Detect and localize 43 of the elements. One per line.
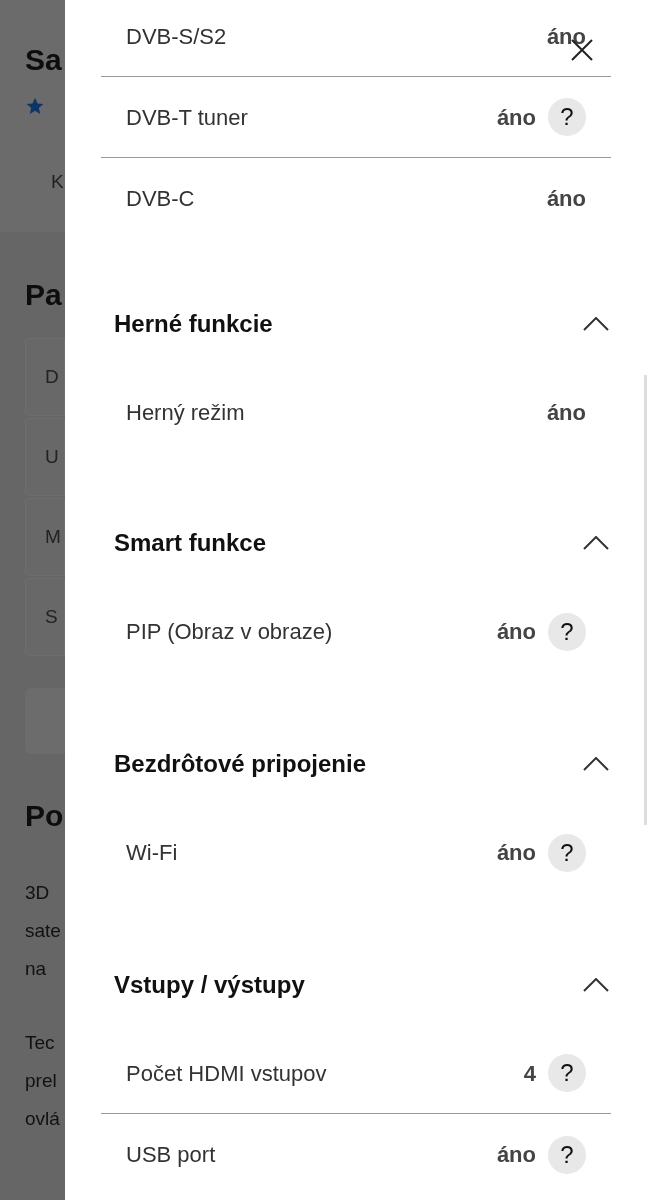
description-text: na — [25, 957, 48, 981]
spec-label: DVB-C — [126, 185, 196, 213]
help-button[interactable]: ? — [548, 1135, 586, 1174]
chevron-up-icon[interactable] — [583, 536, 609, 550]
spec-value: áno — [496, 103, 536, 132]
section-title: Smart funkce — [114, 528, 268, 558]
help-button[interactable]: ? — [548, 98, 586, 136]
spec-label: DVB-S/S2 — [126, 22, 228, 51]
section-title: Vstupy / výstupy — [114, 970, 306, 1000]
chevron-up-icon[interactable] — [583, 978, 609, 992]
spec-value: áno — [496, 839, 536, 867]
description-text: ovlá — [25, 1107, 61, 1131]
spec-label: USB port — [126, 1141, 217, 1169]
spec-value: 4 — [523, 1059, 536, 1088]
section-header[interactable]: Herné funkcie — [114, 294, 609, 354]
spec-value: áno — [496, 1141, 536, 1169]
chevron-up-icon[interactable] — [583, 317, 609, 331]
spec-label: Počet HDMI vstupov — [126, 1059, 328, 1088]
help-button[interactable]: ? — [548, 612, 586, 651]
section-header[interactable]: Bezdrôtové pripojenie — [114, 734, 609, 794]
spec-label: Wi-Fi — [126, 839, 179, 867]
section-heading: Po — [25, 798, 65, 834]
description-text: 3D — [25, 881, 51, 905]
section-header[interactable]: Vstupy / výstupy — [114, 955, 609, 1015]
spec-value: áno — [546, 22, 586, 51]
description-text: Tec — [25, 1031, 56, 1055]
spec-value: áno — [546, 399, 586, 427]
section-title: Herné funkcie — [114, 309, 274, 339]
page-title: Sa — [25, 42, 63, 78]
spec-label: PIP (Obraz v obraze) — [126, 618, 334, 646]
section-heading: Pa — [25, 277, 63, 313]
star-icon — [25, 96, 45, 116]
chevron-up-icon[interactable] — [583, 757, 609, 771]
spec-label: DVB-T tuner — [126, 103, 249, 132]
help-button[interactable]: ? — [548, 833, 586, 872]
section-title: Bezdrôtové pripojenie — [114, 749, 368, 779]
description-text: sate — [25, 919, 62, 943]
description-text: prel — [25, 1069, 58, 1093]
help-button[interactable]: ? — [548, 1054, 586, 1092]
spec-value: áno — [546, 185, 586, 213]
spec-value: áno — [496, 618, 536, 646]
spec-label: Herný režim — [126, 399, 246, 427]
section-header[interactable]: Smart funkce — [114, 513, 609, 573]
